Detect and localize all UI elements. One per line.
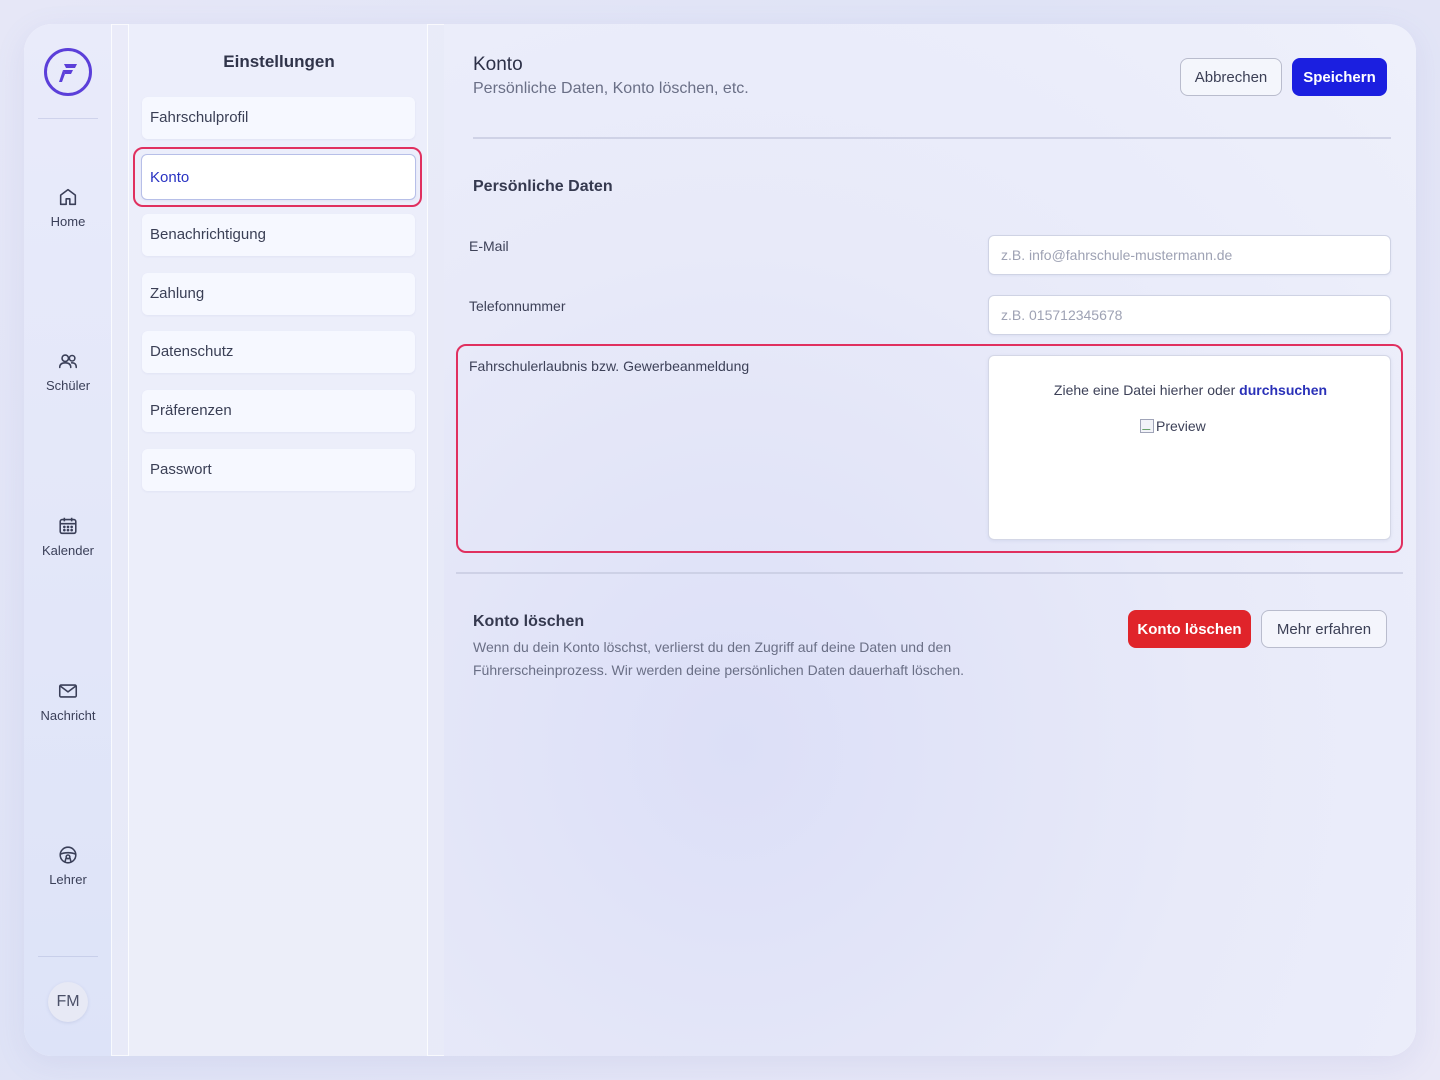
phone-field[interactable] [988,295,1391,335]
nav-item-kalender[interactable]: Kalender [24,515,112,558]
dropzone-text: Ziehe eine Datei hierher oder durchsuche… [989,382,1392,398]
nav-item-label: Schüler [45,378,91,393]
nav-item-label: Lehrer [49,872,87,887]
section-divider [473,137,1391,139]
settings-item-zahlung[interactable]: Zahlung [142,273,415,315]
calendar-icon [59,517,77,535]
settings-item-passwort[interactable]: Passwort [142,449,415,491]
nav-item-schueler[interactable]: Schüler [24,350,112,393]
learn-more-button[interactable]: Mehr erfahren [1261,610,1387,648]
konto-highlight-outline [133,147,422,207]
nav-item-nachricht[interactable]: Nachricht [24,680,112,723]
brand-logo-icon[interactable] [44,48,92,96]
page-subtitle: Persönliche Daten, Konto löschen, etc. [473,80,749,97]
nav-item-label: Kalender [41,543,95,558]
nav-item-lehrer[interactable]: Lehrer [24,844,112,887]
users-icon [58,354,78,369]
upload-label: Fahrschulerlaubnis bzw. Gewerbeanmeldung [469,358,750,374]
rail-divider [38,118,98,119]
phone-label: Telefonnummer [469,298,566,314]
icon-rail: Home Schüler Kalender Nachricht Lehrer F… [24,24,112,1056]
delete-account-description: Wenn du dein Konto löschst, verlierst du… [473,639,965,678]
avatar[interactable]: FM [48,982,88,1022]
broken-image-icon [1140,419,1154,433]
steering-wheel-icon [59,846,77,864]
file-dropzone[interactable]: Ziehe eine Datei hierher oder durchsuche… [988,355,1391,540]
settings-item-benachrichtigung[interactable]: Benachrichtigung [142,214,415,256]
email-field[interactable] [988,235,1391,275]
home-icon [59,188,77,206]
email-label: E-Mail [469,238,509,254]
settings-item-praeferenzen[interactable]: Präferenzen [142,390,415,432]
nav-item-label: Home [50,214,86,229]
preview-alt-text: Preview [1156,418,1206,434]
page-title: Konto [473,54,523,75]
nav-item-label: Nachricht [40,708,96,723]
browse-link[interactable]: durchsuchen [1239,382,1327,398]
section-divider [456,572,1403,574]
personal-data-title: Persönliche Daten [473,178,613,195]
main-panel: Konto Persönliche Daten, Konto löschen, … [444,24,1416,1056]
delete-account-title: Konto löschen [473,613,585,630]
delete-account-button[interactable]: Konto löschen [1128,610,1251,648]
settings-title: Einstellungen [223,52,335,71]
settings-item-datenschutz[interactable]: Datenschutz [142,331,415,373]
save-button[interactable]: Speichern [1292,58,1387,96]
cancel-button[interactable]: Abbrechen [1180,58,1282,96]
mail-icon [58,684,78,698]
settings-item-fahrschulprofil[interactable]: Fahrschulprofil [142,97,415,139]
preview-image: Preview [1140,418,1206,434]
dropzone-instruction: Ziehe eine Datei hierher oder [1053,382,1236,398]
rail-divider [38,956,98,957]
nav-item-home[interactable]: Home [24,186,112,229]
